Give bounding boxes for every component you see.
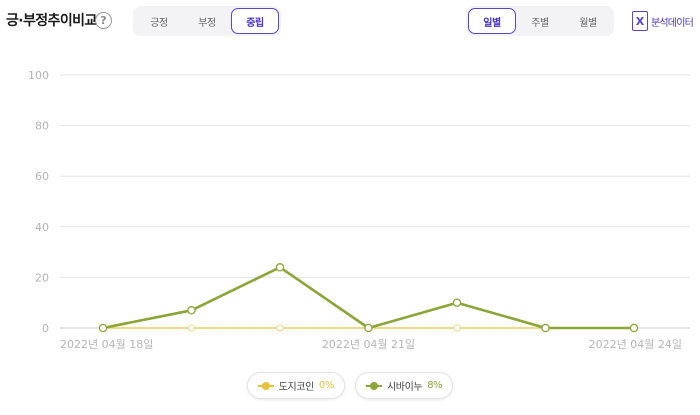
series-line: [102, 265, 634, 330]
data-point: [629, 323, 639, 333]
legend-series-name: 도지코인: [278, 382, 315, 393]
data-point: [276, 324, 284, 332]
data-point: [541, 323, 550, 333]
question-circle-icon[interactable]: ?: [95, 12, 112, 29]
y-tick-label: 20: [35, 271, 49, 284]
export-data-label: 분석데이터: [651, 17, 694, 29]
data-point: [452, 298, 462, 307]
data-point: [188, 324, 195, 332]
legend-item-dogecoin[interactable]: 도지코인 0%: [246, 372, 345, 399]
legend-series-percent: 8%: [427, 380, 443, 391]
excel-icon: X: [632, 11, 648, 31]
tab-daily[interactable]: 일별: [468, 8, 516, 34]
y-tick-label: 40: [35, 221, 49, 234]
x-tick-label: 2022년 04월 24일: [589, 337, 682, 351]
data-point: [275, 263, 285, 272]
tab-negative[interactable]: 부정: [183, 8, 231, 34]
legend-series-percent: 0%: [318, 380, 334, 391]
y-tick-label: 100: [28, 69, 49, 82]
sentiment-trend-panel: 긍·부정추이비교 ? 긍정 부정 중립 일별 주별 월별 X 분석데이터 0 20…: [0, 0, 700, 415]
x-tick-label: 2022년 04월 18일: [60, 337, 153, 351]
chart-legend: 도지코인 0% 시바이누 8%: [0, 372, 700, 399]
data-point: [187, 306, 196, 315]
x-tick-label: 2022년 04월 21일: [322, 337, 415, 351]
export-data-button[interactable]: X 분석데이터: [632, 10, 698, 32]
period-tab-group: 일별 주별 월별: [466, 6, 614, 36]
trend-line-chart: 0 20 40 60 80 100 2022년 04월 18일 2022년 04월 21일 20…: [28, 69, 690, 351]
data-point: [98, 323, 108, 333]
tab-monthly[interactable]: 월별: [564, 8, 612, 34]
y-tick-label: 60: [35, 170, 49, 183]
legend-item-shibainu[interactable]: 시바이누 8%: [355, 372, 454, 399]
sentiment-tab-group: 긍정 부정 중립: [133, 6, 281, 36]
tab-weekly[interactable]: 주별: [516, 8, 564, 34]
data-point: [453, 324, 461, 332]
tab-positive[interactable]: 긍정: [135, 8, 183, 34]
data-point: [364, 323, 373, 333]
y-tick-label: 0: [42, 322, 49, 335]
legend-line-marker-icon: [257, 381, 274, 390]
y-tick-label: 80: [35, 120, 49, 133]
tab-neutral[interactable]: 중립: [231, 8, 279, 34]
legend-line-marker-icon: [366, 381, 382, 390]
legend-series-name: 시바이누: [387, 382, 423, 393]
page-title: 긍·부정추이비교: [6, 13, 97, 29]
